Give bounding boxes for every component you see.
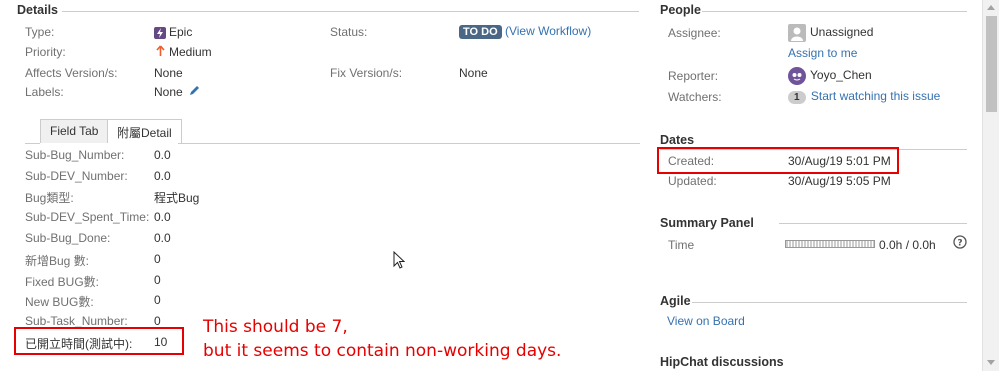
- help-icon[interactable]: ?: [953, 235, 967, 252]
- user-avatar-icon: [788, 67, 806, 85]
- field-value: 0.0: [154, 148, 171, 162]
- fix-version-value: None: [459, 66, 488, 80]
- status-badge: TO DO: [459, 25, 502, 39]
- summary-panel-divider: [779, 223, 967, 224]
- reporter-value[interactable]: Yoyo_Chen: [788, 67, 872, 85]
- annotation-line-1: This should be 7,: [203, 317, 348, 337]
- arrow-up-icon: [156, 45, 165, 60]
- view-workflow-link[interactable]: (View Workflow): [505, 24, 591, 38]
- scrollbar-thumb[interactable]: [986, 16, 997, 112]
- status-label: Status:: [330, 25, 368, 39]
- watchers-label: Watchers:: [668, 90, 722, 104]
- scroll-up-arrow-icon[interactable]: [987, 5, 995, 10]
- svg-text:?: ?: [957, 239, 962, 249]
- labels-label: Labels:: [25, 85, 64, 99]
- tabs-baseline-left: [25, 143, 40, 144]
- vertical-scrollbar[interactable]: [982, 0, 999, 371]
- field-value: 0: [154, 252, 161, 266]
- agile-divider: [692, 302, 967, 303]
- summary-panel-heading: Summary Panel: [660, 216, 754, 230]
- time-value: 0.0h / 0.0h: [879, 238, 936, 252]
- annotation-highlight-box: [14, 327, 184, 355]
- labels-value[interactable]: None: [154, 85, 200, 100]
- type-value: Epic: [154, 25, 192, 39]
- tab-detail[interactable]: 附屬Detail: [107, 119, 182, 143]
- agile-heading: Agile: [660, 294, 691, 308]
- watchers-count-badge: 1: [788, 91, 806, 104]
- updated-label: Updated:: [668, 174, 717, 188]
- field-value: 程式Bug: [154, 191, 200, 205]
- assignee-value: Unassigned: [788, 24, 873, 42]
- priority-value-text: Medium: [169, 45, 212, 59]
- mouse-cursor-icon: [393, 250, 406, 272]
- fix-version-label: Fix Version/s:: [330, 66, 403, 80]
- default-avatar-icon: [788, 24, 806, 42]
- type-label: Type:: [25, 25, 55, 39]
- assign-to-me-link[interactable]: Assign to me: [788, 46, 857, 60]
- affects-version-label: Affects Version/s:: [25, 66, 118, 80]
- field-value: 0.0: [154, 210, 171, 224]
- start-watching-link[interactable]: Start watching this issue: [811, 89, 940, 103]
- tab-field-tab[interactable]: Field Tab: [40, 119, 109, 143]
- reporter-label: Reporter:: [668, 69, 719, 83]
- field-value: 0: [154, 314, 161, 328]
- field-label: 新增Bug 數:: [25, 254, 90, 268]
- tabs-baseline-right: [178, 143, 640, 144]
- assignee-value-text: Unassigned: [810, 25, 874, 40]
- scroll-down-arrow-icon[interactable]: [987, 360, 995, 365]
- status-row: TO DO (View Workflow): [459, 24, 591, 39]
- created-highlight-box: [657, 147, 899, 174]
- field-label: Bug類型:: [25, 191, 74, 205]
- assignee-label: Assignee:: [668, 26, 721, 40]
- people-divider: [702, 11, 967, 12]
- view-on-board-link[interactable]: View on Board: [667, 314, 745, 328]
- type-value-text: Epic: [169, 25, 193, 39]
- field-value: 0.0: [154, 231, 171, 245]
- field-label: Sub-Task_Number:: [25, 314, 128, 328]
- field-value: 0.0: [154, 169, 171, 183]
- epic-icon: [154, 26, 166, 39]
- field-label: Fixed BUG數:: [25, 275, 100, 289]
- annotation-line-2: but it seems to contain non-working days…: [203, 341, 562, 361]
- updated-value: 30/Aug/19 5:05 PM: [788, 174, 891, 188]
- field-value: 0: [154, 273, 161, 287]
- priority-label: Priority:: [25, 45, 66, 59]
- field-value: 0: [154, 293, 161, 307]
- time-progress-bar: [785, 240, 875, 248]
- field-label: Sub-DEV_Number:: [25, 169, 128, 183]
- hipchat-heading: HipChat discussions: [660, 355, 784, 369]
- priority-value: Medium: [156, 45, 212, 60]
- field-label: Sub-Bug_Number:: [25, 148, 125, 162]
- field-label: Sub-DEV_Spent_Time:: [25, 210, 150, 224]
- reporter-value-text: Yoyo_Chen: [810, 68, 872, 83]
- dates-heading: Dates: [660, 133, 695, 147]
- details-divider: [62, 11, 639, 12]
- watchers-value[interactable]: 1 Start watching this issue: [788, 89, 940, 104]
- pencil-icon[interactable]: [188, 85, 200, 100]
- field-label: Sub-Bug_Done:: [25, 231, 111, 245]
- affects-version-value: None: [154, 66, 183, 80]
- field-label: New BUG數:: [25, 295, 94, 309]
- labels-value-text: None: [154, 85, 183, 99]
- time-label: Time: [668, 238, 695, 252]
- details-heading: Details: [17, 3, 58, 17]
- people-heading: People: [660, 3, 701, 17]
